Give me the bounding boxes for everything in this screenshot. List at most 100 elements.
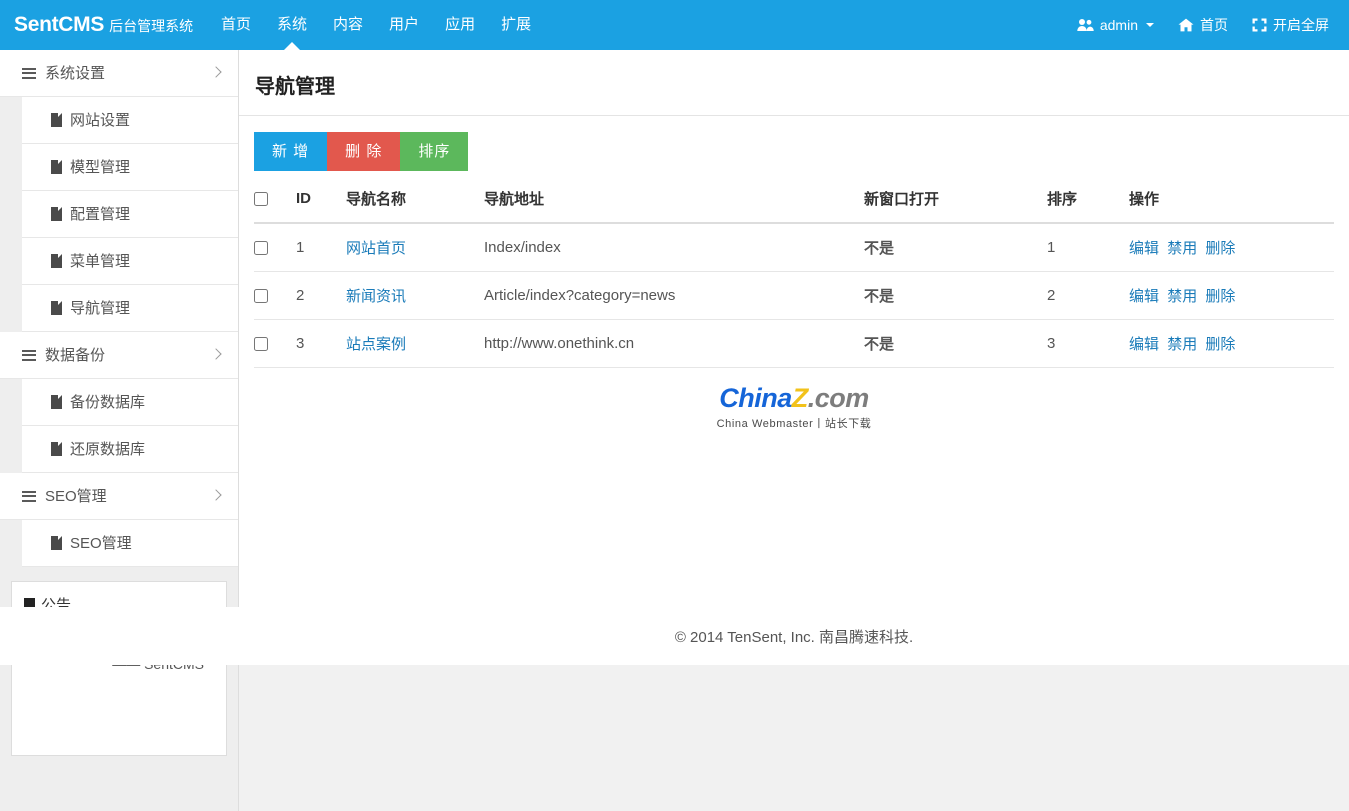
chinaz-watermark: ChinaZ.com China Webmaster丨站长下载 (239, 368, 1349, 431)
sidebar-item-label: 网站设置 (70, 111, 131, 129)
page-footer: © 2014 TenSent, Inc. 南昌腾速科技. (674, 633, 914, 650)
file-icon (51, 442, 62, 456)
fullscreen-toggle[interactable]: 开启全屏 (1240, 0, 1341, 50)
row-checkbox-cell (254, 319, 296, 368)
nav-item-user[interactable]: 用户 (376, 0, 432, 50)
navigation-table: ID 导航名称 导航地址 新窗口打开 排序 操作 1 网站首页 Index/in… (254, 188, 1334, 368)
chevron-right-icon (210, 66, 222, 78)
watermark-logo: ChinaZ.com (239, 385, 1349, 412)
cell-sort: 1 (1047, 223, 1129, 272)
edit-link[interactable]: 编辑 (1129, 288, 1159, 305)
brand-name: SentCMS (14, 13, 105, 36)
sidebar-item-label: 还原数据库 (70, 440, 146, 458)
sidebar-item-label: 模型管理 (70, 158, 131, 176)
main-content: 导航管理 新 增 删 除 排序 ID 导航名称 导航地址 新窗口打开 排序 操作… (239, 50, 1349, 811)
cell-id: 2 (296, 271, 346, 320)
file-icon (51, 301, 62, 315)
sidebar-item-menu-management[interactable]: 菜单管理 (22, 238, 238, 285)
sidebar-item-backup-database[interactable]: 备份数据库 (22, 379, 238, 426)
sidebar: 系统设置 网站设置 模型管理 配置管理 菜单管理 导航管理 数据备份 备份数据库… (0, 50, 239, 811)
delete-link[interactable]: 删除 (1205, 336, 1235, 353)
frontend-home-link[interactable]: 首页 (1166, 0, 1240, 50)
navbar-right-group: admin 首页 开启全屏 (1065, 0, 1341, 50)
nav-item-extension[interactable]: 扩展 (488, 0, 544, 50)
sidebar-item-label: 导航管理 (70, 299, 131, 317)
bookmark-icon (24, 597, 35, 612)
table-row: 3 站点案例 http://www.onethink.cn 不是 3 编辑 禁用… (254, 319, 1334, 368)
disable-link[interactable]: 禁用 (1167, 336, 1197, 353)
sidebar-group-system-settings[interactable]: 系统设置 (0, 50, 238, 97)
header-nav-url: 导航地址 (484, 188, 864, 224)
sidebar-item-site-settings[interactable]: 网站设置 (22, 97, 238, 144)
add-button[interactable]: 新 增 (254, 132, 328, 171)
header-new-window: 新窗口打开 (864, 188, 1047, 224)
row-checkbox-cell (254, 223, 296, 272)
row-checkbox[interactable] (254, 337, 268, 352)
nav-item-home[interactable]: 首页 (208, 0, 264, 50)
cell-name: 站点案例 (346, 319, 484, 368)
sidebar-item-label: 备份数据库 (70, 393, 146, 411)
sidebar-group-seo[interactable]: SEO管理 (0, 473, 238, 520)
watermark-part3: .com (807, 383, 870, 413)
announcement-body: 年，弓右间。 —— SentCMS (12, 623, 226, 691)
table-header: ID 导航名称 导航地址 新窗口打开 排序 操作 (254, 188, 1334, 224)
chevron-right-icon (210, 348, 222, 360)
sidebar-item-label: 菜单管理 (70, 252, 131, 270)
expand-icon (1252, 18, 1267, 32)
announcement-panel: 公告 年，弓右间。 —— SentCMS (11, 581, 227, 756)
cell-sort: 3 (1047, 319, 1129, 368)
sidebar-group-data-backup[interactable]: 数据备份 (0, 332, 238, 379)
file-icon (51, 113, 62, 127)
table-body: 1 网站首页 Index/index 不是 1 编辑 禁用 删除 2 新闻资讯 … (254, 223, 1334, 368)
announcement-signature: —— SentCMS (112, 655, 204, 672)
user-menu[interactable]: admin (1065, 0, 1166, 50)
header-id: ID (296, 188, 346, 224)
select-all-checkbox[interactable] (254, 192, 268, 207)
row-checkbox[interactable] (254, 289, 268, 304)
sidebar-sublist-data-backup: 备份数据库 还原数据库 (0, 379, 238, 473)
cell-sort: 2 (1047, 271, 1129, 320)
file-icon (51, 207, 62, 221)
delete-button[interactable]: 删 除 (327, 132, 401, 171)
bars-icon (22, 67, 36, 79)
sort-button[interactable]: 排序 (400, 132, 469, 171)
nav-name-link[interactable]: 站点案例 (346, 336, 406, 353)
announcement-header: 公告 (12, 582, 226, 623)
header-nav-name: 导航名称 (346, 188, 484, 224)
disable-link[interactable]: 禁用 (1167, 240, 1197, 257)
delete-link[interactable]: 删除 (1205, 240, 1235, 257)
chevron-down-icon (1146, 23, 1154, 27)
sidebar-sublist-system-settings: 网站设置 模型管理 配置管理 菜单管理 导航管理 (0, 97, 238, 332)
edit-link[interactable]: 编辑 (1129, 240, 1159, 257)
nav-item-content[interactable]: 内容 (320, 0, 376, 50)
row-checkbox[interactable] (254, 241, 268, 256)
table-row: 1 网站首页 Index/index 不是 1 编辑 禁用 删除 (254, 223, 1334, 272)
nav-item-app[interactable]: 应用 (432, 0, 488, 50)
cell-id: 3 (296, 319, 346, 368)
cell-new-window: 不是 (864, 319, 1047, 368)
user-name: admin (1099, 17, 1138, 33)
table-header-row: ID 导航名称 导航地址 新窗口打开 排序 操作 (254, 188, 1334, 224)
sidebar-item-model-management[interactable]: 模型管理 (22, 144, 238, 191)
edit-link[interactable]: 编辑 (1129, 336, 1159, 353)
sidebar-item-navigation-management[interactable]: 导航管理 (22, 285, 238, 332)
announcement-title: 公告 (41, 597, 72, 614)
brand-logo[interactable]: SentCMS 后台管理系统 (14, 0, 193, 50)
header-actions: 操作 (1129, 188, 1334, 224)
file-icon (51, 395, 62, 409)
cell-new-window: 不是 (864, 271, 1047, 320)
nav-item-system[interactable]: 系统 (264, 0, 320, 51)
home-icon (1178, 18, 1194, 32)
fullscreen-label: 开启全屏 (1273, 17, 1329, 33)
sidebar-item-config-management[interactable]: 配置管理 (22, 191, 238, 238)
sidebar-item-restore-database[interactable]: 还原数据库 (22, 426, 238, 473)
disable-link[interactable]: 禁用 (1167, 288, 1197, 305)
nav-name-link[interactable]: 新闻资讯 (346, 288, 406, 305)
sidebar-item-label: SEO管理 (70, 534, 132, 552)
chevron-right-icon (210, 489, 222, 501)
sidebar-item-seo-management[interactable]: SEO管理 (22, 520, 238, 567)
nav-name-link[interactable]: 网站首页 (346, 240, 406, 257)
announcement-text: 年，弓右间。 (24, 626, 108, 642)
delete-link[interactable]: 删除 (1205, 288, 1235, 305)
sidebar-group-label: SEO管理 (45, 487, 107, 505)
